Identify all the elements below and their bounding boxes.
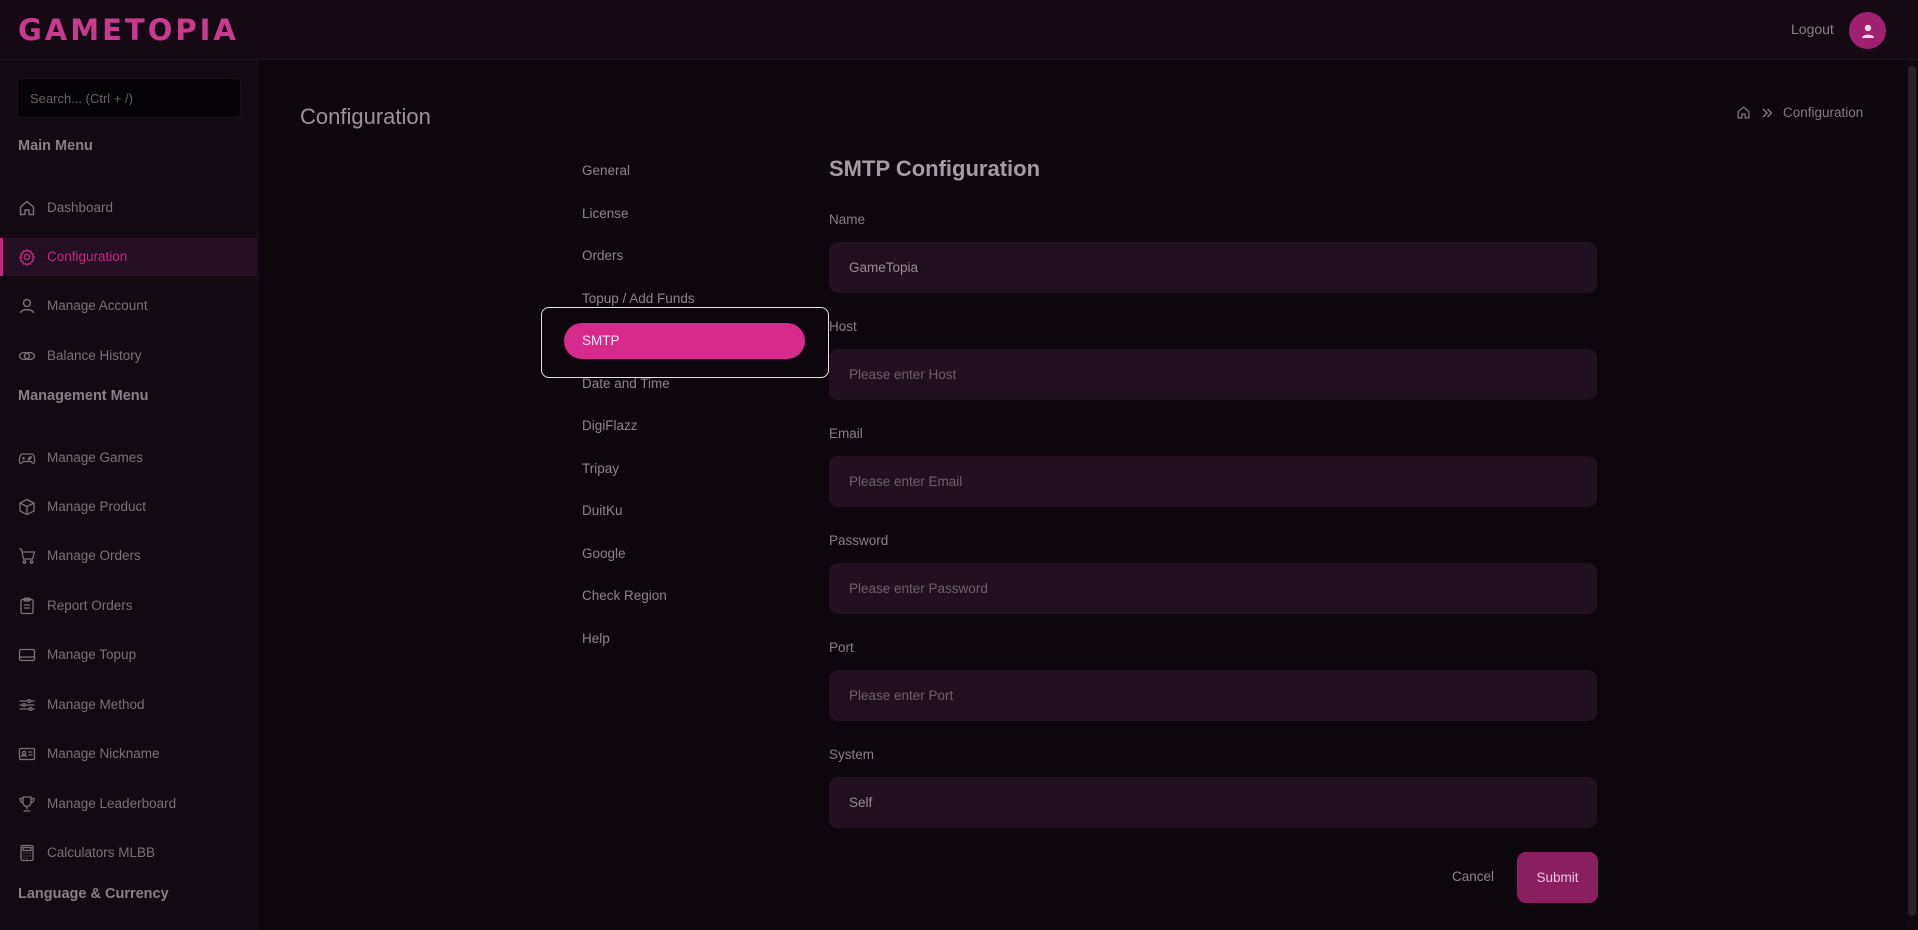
- sidebar-item-balance-history[interactable]: Balance History: [0, 337, 257, 375]
- home-icon: [19, 200, 35, 216]
- config-nav-topup[interactable]: Topup / Add Funds: [582, 291, 695, 306]
- sidebar-item-label: Calculators MLBB: [47, 845, 156, 860]
- port-label: Port: [829, 640, 854, 655]
- config-nav-smtp[interactable]: SMTP: [564, 323, 805, 359]
- double-chevron-right-icon: [1762, 108, 1773, 117]
- sidebar-item-label: Report Orders: [47, 598, 133, 613]
- port-field[interactable]: [829, 670, 1597, 721]
- sidebar-item-label: Manage Method: [47, 697, 145, 712]
- sidebar: Main Menu Dashboard Configuration Manage…: [0, 60, 258, 930]
- main-menu-heading: Main Menu: [18, 138, 93, 154]
- sidebar-item-label: Manage Nickname: [47, 746, 160, 761]
- host-field[interactable]: [829, 349, 1597, 400]
- cart-icon: [19, 548, 36, 564]
- sidebar-item-dashboard[interactable]: Dashboard: [0, 189, 257, 227]
- host-label: Host: [829, 319, 857, 334]
- avatar[interactable]: [1849, 12, 1886, 49]
- config-nav-smtp-label: SMTP: [582, 333, 620, 348]
- cancel-button[interactable]: Cancel: [1452, 869, 1494, 884]
- home-icon[interactable]: [1736, 105, 1751, 120]
- config-nav-digiflazz[interactable]: DigiFlazz: [582, 418, 638, 433]
- form-title: SMTP Configuration: [829, 156, 1041, 181]
- config-nav-google[interactable]: Google: [582, 546, 626, 561]
- id-card-icon: [18, 747, 36, 761]
- config-nav-license[interactable]: License: [582, 206, 629, 221]
- sliders-icon: [19, 698, 35, 712]
- name-label: Name: [829, 212, 866, 227]
- config-nav-check-region[interactable]: Check Region: [582, 588, 667, 603]
- submit-button[interactable]: Submit: [1517, 852, 1598, 903]
- scrollbar-thumb[interactable]: [1908, 66, 1916, 916]
- top-bar: GAMETOPIA Logout: [0, 0, 1918, 60]
- sidebar-item-configuration[interactable]: Configuration: [0, 238, 257, 276]
- breadcrumb: Configuration: [1736, 105, 1863, 120]
- sidebar-item-label: Manage Orders: [47, 548, 141, 563]
- card-icon: [18, 648, 36, 662]
- system-select[interactable]: [829, 777, 1597, 828]
- clipboard-icon: [20, 597, 34, 615]
- sidebar-item-manage-games[interactable]: Manage Games: [0, 439, 257, 477]
- user-icon: [19, 298, 35, 314]
- trophy-icon: [19, 796, 35, 812]
- config-nav-general[interactable]: General: [582, 163, 630, 178]
- gear-icon: [18, 248, 36, 266]
- config-nav-date-time[interactable]: Date and Time: [582, 376, 670, 391]
- sidebar-item-manage-nickname[interactable]: Manage Nickname: [0, 735, 257, 773]
- port-field-wrap: [829, 670, 1597, 721]
- breadcrumb-current: Configuration: [1783, 105, 1864, 120]
- management-menu-heading: Management Menu: [18, 388, 149, 404]
- system-field-wrap: [829, 777, 1597, 828]
- sidebar-item-manage-method[interactable]: Manage Method: [0, 686, 257, 724]
- sidebar-item-label: Balance History: [47, 348, 142, 363]
- page-title: Configuration: [300, 104, 431, 129]
- sidebar-item-manage-product[interactable]: Manage Product: [0, 488, 257, 526]
- password-label: Password: [829, 533, 889, 548]
- language-currency-heading: Language & Currency: [18, 886, 169, 902]
- email-field-wrap: [829, 456, 1597, 507]
- config-nav-tripay[interactable]: Tripay: [582, 461, 619, 476]
- sidebar-item-manage-leaderboard[interactable]: Manage Leaderboard: [0, 785, 257, 823]
- sidebar-item-label: Manage Product: [47, 499, 147, 514]
- user-avatar-icon: [1861, 24, 1874, 38]
- sidebar-item-label: Manage Topup: [47, 647, 137, 662]
- gamepad-icon: [18, 453, 36, 464]
- page-scrollbar[interactable]: [1906, 60, 1918, 930]
- email-field[interactable]: [829, 456, 1597, 507]
- password-field[interactable]: [829, 563, 1597, 614]
- config-nav-help[interactable]: Help: [582, 631, 610, 646]
- sidebar-item-label: Dashboard: [47, 200, 114, 215]
- sidebar-item-label: Manage Games: [47, 450, 144, 465]
- config-nav-orders[interactable]: Orders: [582, 248, 623, 263]
- sidebar-item-label: Manage Account: [47, 298, 148, 313]
- calculator-icon: [20, 844, 34, 862]
- coins-icon: [18, 351, 36, 361]
- name-field[interactable]: [829, 242, 1597, 293]
- system-label: System: [829, 747, 875, 762]
- box-icon: [19, 498, 35, 516]
- sidebar-item-manage-orders[interactable]: Manage Orders: [0, 537, 257, 575]
- app-logo[interactable]: GAMETOPIA: [18, 13, 239, 47]
- sidebar-search[interactable]: [17, 78, 241, 118]
- sidebar-item-label: Configuration: [47, 249, 128, 264]
- logout-link[interactable]: Logout: [1791, 21, 1834, 37]
- sidebar-item-label: Manage Leaderboard: [47, 796, 177, 811]
- name-field-wrap: [829, 242, 1597, 293]
- search-input[interactable]: [18, 79, 240, 117]
- sidebar-item-manage-account[interactable]: Manage Account: [0, 287, 257, 325]
- config-nav-duitku[interactable]: DuitKu: [582, 503, 623, 518]
- sidebar-item-report-orders[interactable]: Report Orders: [0, 587, 257, 625]
- password-field-wrap: [829, 563, 1597, 614]
- host-field-wrap: [829, 349, 1597, 400]
- sidebar-item-manage-topup[interactable]: Manage Topup: [0, 636, 257, 674]
- email-label: Email: [829, 426, 863, 441]
- sidebar-item-calculators-mlbb[interactable]: Calculators MLBB: [0, 834, 257, 872]
